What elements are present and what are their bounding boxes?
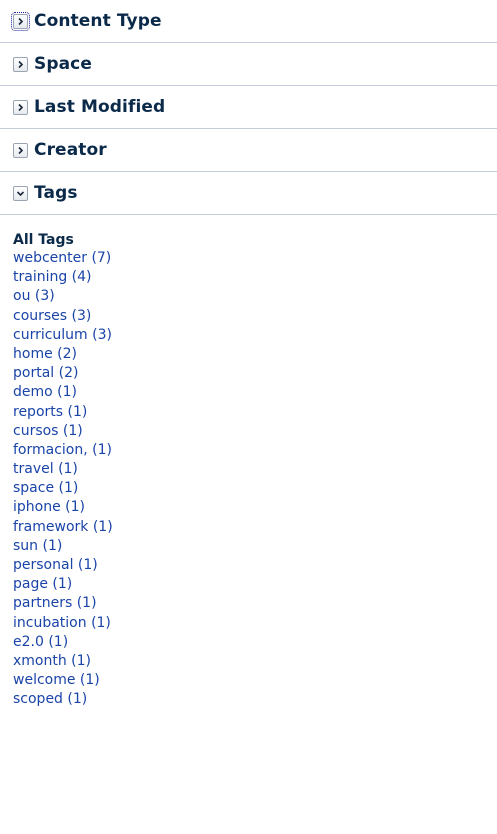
tag-link[interactable]: partners (1) <box>13 594 497 613</box>
tag-link[interactable]: framework (1) <box>13 518 497 537</box>
facet-content-type[interactable]: Content Type <box>0 0 497 43</box>
tag-link[interactable]: home (2) <box>13 345 497 364</box>
tag-link[interactable]: webcenter (7) <box>13 249 497 268</box>
all-tags-heading: All Tags <box>13 232 74 248</box>
chevron-down-icon[interactable] <box>13 185 28 201</box>
tag-link[interactable]: xmonth (1) <box>13 652 497 671</box>
facet-label: Space <box>34 54 92 74</box>
facet-tags[interactable]: Tags <box>0 172 497 215</box>
tag-link[interactable]: curriculum (3) <box>13 326 497 345</box>
tag-link[interactable]: travel (1) <box>13 460 497 479</box>
facet-space[interactable]: Space <box>0 43 497 86</box>
facet-label: Creator <box>34 140 107 160</box>
facet-label: Content Type <box>34 11 162 31</box>
tag-link[interactable]: ou (3) <box>13 287 497 306</box>
chevron-right-icon[interactable] <box>13 56 28 72</box>
tag-link[interactable]: welcome (1) <box>13 671 497 690</box>
facet-label: Tags <box>34 183 78 203</box>
facet-creator[interactable]: Creator <box>0 129 497 172</box>
tag-link[interactable]: sun (1) <box>13 537 497 556</box>
facet-last-modified[interactable]: Last Modified <box>0 86 497 129</box>
chevron-right-icon[interactable] <box>11 11 30 31</box>
tag-link[interactable]: e2.0 (1) <box>13 633 497 652</box>
tag-link[interactable]: cursos (1) <box>13 422 497 441</box>
facet-label: Last Modified <box>34 97 166 117</box>
tag-link[interactable]: demo (1) <box>13 383 497 402</box>
tag-link[interactable]: formacion, (1) <box>13 441 497 460</box>
tag-link[interactable]: scoped (1) <box>13 690 497 709</box>
tag-link[interactable]: incubation (1) <box>13 614 497 633</box>
tag-link[interactable]: portal (2) <box>13 364 497 383</box>
chevron-right-icon[interactable] <box>13 142 28 158</box>
tag-link[interactable]: space (1) <box>13 479 497 498</box>
tag-list: webcenter (7) training (4) ou (3) course… <box>13 249 497 710</box>
tag-link[interactable]: page (1) <box>13 575 497 594</box>
tags-panel: All Tags webcenter (7) training (4) ou (… <box>0 215 497 710</box>
chevron-right-icon[interactable] <box>13 99 28 115</box>
tag-link[interactable]: reports (1) <box>13 403 497 422</box>
facet-panel: Content Type Space Last Modified Creator… <box>0 0 497 215</box>
tag-link[interactable]: iphone (1) <box>13 498 497 517</box>
tag-link[interactable]: personal (1) <box>13 556 497 575</box>
tag-link[interactable]: training (4) <box>13 268 497 287</box>
tag-link[interactable]: courses (3) <box>13 307 497 326</box>
